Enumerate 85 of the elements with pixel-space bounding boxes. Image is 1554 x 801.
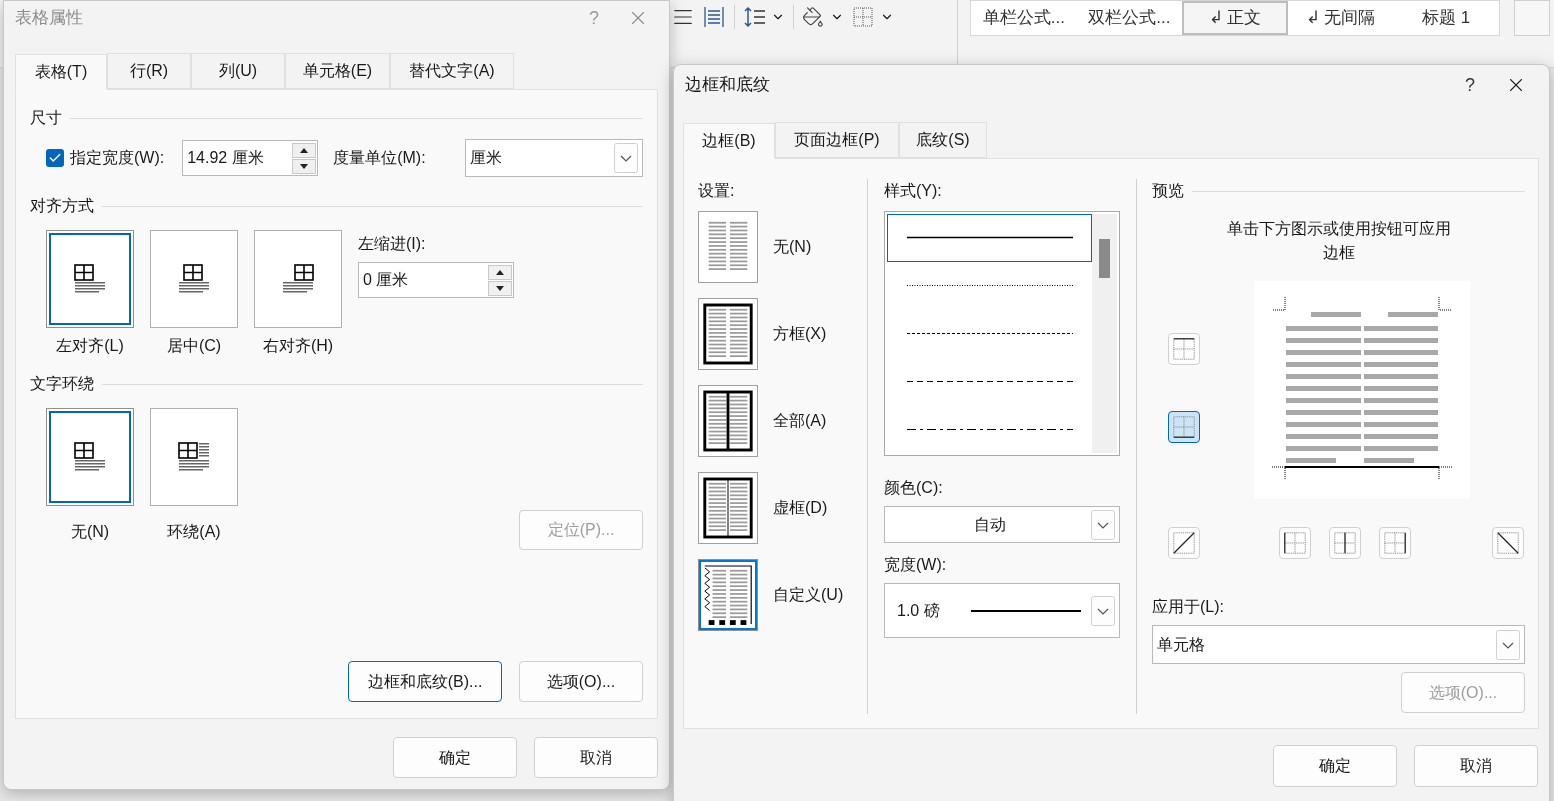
setting-option[interactable] <box>698 472 758 544</box>
left-border-icon <box>1282 530 1308 556</box>
help-button[interactable]: ? <box>1457 71 1483 99</box>
paint-bucket-icon[interactable] <box>802 6 824 28</box>
field-label: 宽度(W): <box>884 555 948 575</box>
bottom-border-icon <box>1171 414 1197 440</box>
cancel-button[interactable]: 取消 <box>534 737 658 778</box>
option-label: 环绕(A) <box>167 522 221 542</box>
window-title: 表格属性 <box>15 7 83 30</box>
option-label: 虚框(D) <box>773 498 828 518</box>
setting-option[interactable] <box>698 559 758 631</box>
line-sample-icon <box>971 608 1081 613</box>
window-title: 边框和底纹 <box>685 74 770 97</box>
dialog-tab[interactable]: 行(R) <box>107 53 191 89</box>
alignment-option[interactable] <box>150 230 238 328</box>
alignment-option[interactable] <box>254 230 342 328</box>
distributed-align-icon[interactable] <box>702 5 726 29</box>
section-heading: 对齐方式 <box>30 196 94 216</box>
spin-up-button[interactable] <box>488 264 512 280</box>
ok-button[interactable]: 确定 <box>1273 745 1397 787</box>
section-heading: 尺寸 <box>30 108 62 128</box>
field-label: 左缩进(I): <box>358 234 427 254</box>
diagonal-up-border-icon <box>1171 530 1197 556</box>
option-label: 自定义(U) <box>773 585 844 605</box>
field-label: 度量单位(M): <box>333 148 426 168</box>
spin-up-button[interactable] <box>292 142 317 158</box>
option-label: 方框(X) <box>773 324 827 344</box>
setting-option[interactable] <box>698 385 758 457</box>
option-label: 居中(C) <box>166 336 222 356</box>
table-text-icon <box>282 264 314 294</box>
style-item[interactable]: 单栏公式... <box>971 1 1077 35</box>
inside-vertical-border-icon <box>1332 530 1358 556</box>
spin-down-button[interactable] <box>488 280 512 296</box>
options-button[interactable]: 选项(O)... <box>519 661 643 702</box>
top-border-icon <box>1171 336 1197 362</box>
line-width-select[interactable]: 1.0 磅 <box>884 583 1120 638</box>
color-select[interactable]: 自动 <box>884 506 1120 543</box>
scrollbar[interactable] <box>1092 214 1117 453</box>
table-text-icon <box>74 264 106 294</box>
right-border-icon <box>1382 530 1408 556</box>
wrapping-option[interactable] <box>150 408 238 506</box>
option-label: 无(N) <box>773 237 812 257</box>
cancel-button[interactable]: 取消 <box>1414 745 1538 787</box>
preview-instruction: 单击下方图示或使用按钮可应用边框 <box>1225 219 1452 263</box>
table-text-icon <box>74 442 106 472</box>
line-style-list[interactable] <box>884 211 1120 456</box>
diagonal-down-border-icon <box>1495 530 1521 556</box>
table-text-icon <box>178 264 210 294</box>
option-label: 全部(A) <box>773 411 827 431</box>
line-spacing-icon[interactable] <box>743 5 767 29</box>
dialog-tab[interactable]: 页面边框(P) <box>775 122 899 158</box>
wrapping-option[interactable] <box>46 408 134 506</box>
column-heading: 样式(Y): <box>884 181 943 201</box>
apply-to-select[interactable]: 单元格 <box>1152 625 1525 664</box>
border-toggle-button[interactable] <box>1168 411 1200 443</box>
alignment-option[interactable] <box>46 230 134 328</box>
ok-button[interactable]: 确定 <box>393 737 517 778</box>
column-heading: 设置: <box>698 181 736 201</box>
field-label: 应用于(L): <box>1152 597 1225 617</box>
dialog-tab[interactable]: 底纹(S) <box>899 122 987 158</box>
option-label: 右对齐(H) <box>262 336 334 356</box>
dialog-tab[interactable]: 单元格(E) <box>285 53 390 89</box>
width-spin-field[interactable]: 14.92 厘米 <box>182 140 319 176</box>
table-wrapped-text-icon <box>178 442 210 472</box>
style-item[interactable]: 双栏公式... <box>1076 1 1183 35</box>
option-label: 无(N) <box>70 522 110 542</box>
unit-select[interactable]: 厘米 <box>465 139 643 177</box>
check-icon <box>48 151 62 165</box>
indent-spin-field[interactable]: 0 厘米 <box>358 262 514 298</box>
setting-option[interactable] <box>698 298 758 370</box>
style-item[interactable]: ↲ 正文 <box>1182 1 1288 35</box>
option-label: 左对齐(L) <box>56 336 124 356</box>
dialog-tab[interactable]: 表格(T) <box>15 54 107 90</box>
dialog-tab[interactable]: 边框(B) <box>683 123 775 159</box>
borders-shading-button[interactable]: 边框和底纹(B)... <box>348 661 502 702</box>
dialog-tab[interactable]: 替代文字(A) <box>390 53 514 89</box>
column-heading: 预览 <box>1152 181 1184 201</box>
style-item[interactable]: 标题 1 <box>1393 1 1499 35</box>
checkbox-label: 指定宽度(W): <box>70 148 165 168</box>
dialog-tab[interactable]: 列(U) <box>191 53 285 89</box>
spin-down-button[interactable] <box>292 158 317 174</box>
style-item[interactable]: ↲ 无间隔 <box>1287 1 1394 35</box>
checkbox[interactable] <box>46 149 64 167</box>
section-heading: 文字环绕 <box>30 374 94 394</box>
field-label: 颜色(C): <box>884 478 944 498</box>
